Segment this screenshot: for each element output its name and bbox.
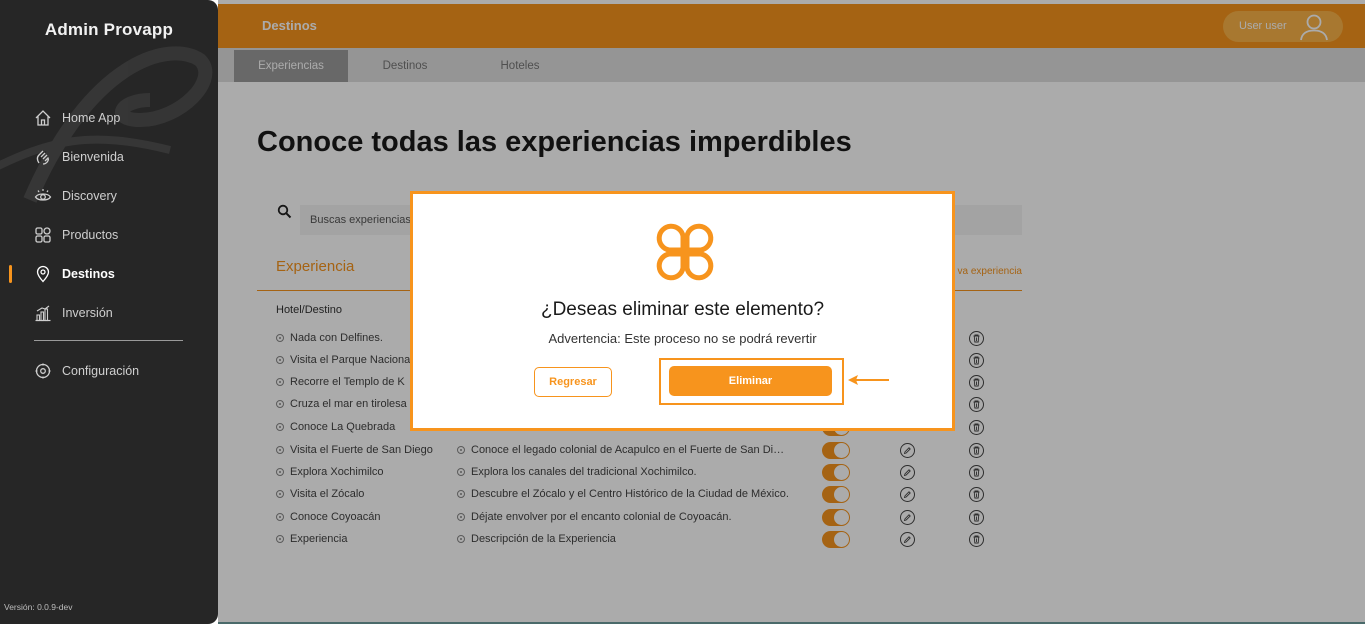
sidebar-divider [34,340,183,341]
sidebar-item-bienvenida[interactable]: Bienvenida [0,137,218,176]
home-icon [34,109,52,127]
back-button[interactable]: Regresar [534,367,612,397]
modal-backdrop-top [218,0,1365,82]
sidebar: Admin Provapp Home App Bienvenida Discov… [0,0,218,624]
sidebar-item-label: Inversión [62,305,113,320]
sidebar-item-label: Destinos [62,266,115,281]
sidebar-item-inversion[interactable]: Inversión [0,293,218,332]
gear-icon [34,362,52,380]
dialog-warning: Advertencia: Este proceso no se podrá re… [548,331,817,346]
brand-clover-icon [655,222,715,287]
sidebar-item-label: Home App [62,110,121,125]
confirm-delete-dialog: ¿Deseas eliminar este elemento? Adverten… [410,191,955,431]
app-version: Versión: 0.0.9-dev [4,602,73,612]
sidebar-item-discovery[interactable]: Discovery [0,176,218,215]
eye-icon [34,187,52,205]
wave-icon [34,148,52,166]
sidebar-item-productos[interactable]: Productos [0,215,218,254]
sidebar-item-destinos[interactable]: Destinos [0,254,218,293]
bar-chart-icon [34,304,52,322]
pointer-arrow-icon [846,373,892,392]
sidebar-item-label: Bienvenida [62,149,124,164]
grid-icon [34,226,52,244]
dialog-title: ¿Deseas eliminar este elemento? [540,299,825,320]
sidebar-item-home-app[interactable]: Home App [0,98,218,137]
sidebar-nav: Home App Bienvenida Discovery Productos … [0,98,218,390]
sidebar-item-label: Productos [62,227,119,242]
sidebar-item-configuracion[interactable]: Configuración [0,351,218,390]
sidebar-item-label: Discovery [62,188,117,203]
sidebar-item-label: Configuración [62,363,140,378]
location-pin-icon [34,265,52,283]
brand-title: Admin Provapp [44,20,174,39]
delete-confirm-button[interactable]: Eliminar [669,366,832,396]
